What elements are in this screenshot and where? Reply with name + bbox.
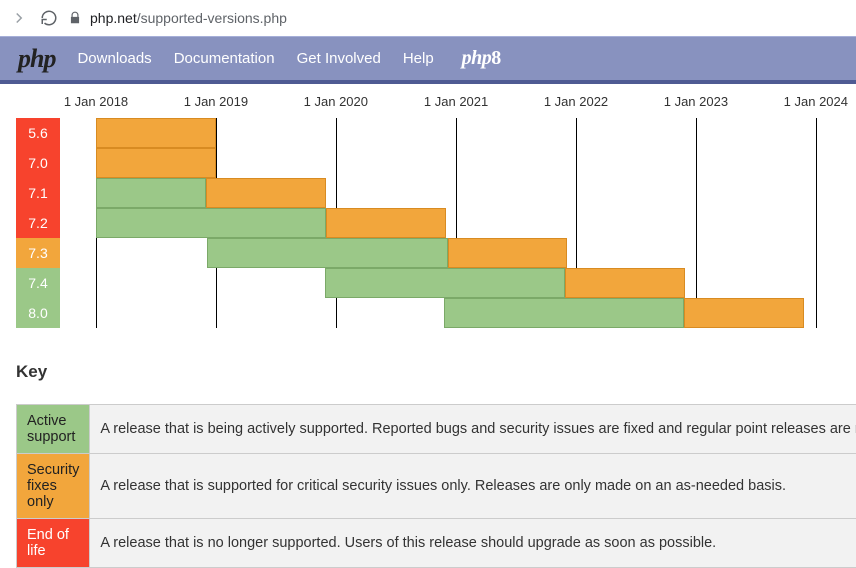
- active-support-bar: [96, 208, 326, 238]
- active-support-bar: [325, 268, 565, 298]
- legend-desc: A release that is supported for critical…: [90, 454, 856, 519]
- legend-table: Active supportA release that is being ac…: [16, 404, 856, 568]
- security-support-bar: [96, 148, 216, 178]
- security-support-bar: [684, 298, 804, 328]
- x-tick-label: 1 Jan 2021: [424, 94, 488, 109]
- site-navbar: php Downloads Documentation Get Involved…: [0, 36, 856, 84]
- forward-button[interactable]: [8, 7, 30, 29]
- x-tick-label: 1 Jan 2019: [184, 94, 248, 109]
- x-tick-label: 1 Jan 2024: [784, 94, 848, 109]
- nav-documentation[interactable]: Documentation: [174, 50, 275, 67]
- security-support-bar: [565, 268, 685, 298]
- legend-section: Key Active supportA release that is bein…: [0, 338, 856, 568]
- version-label: 8.0: [16, 298, 60, 328]
- table-row: Active supportA release that is being ac…: [17, 405, 856, 454]
- x-tick-label: 1 Jan 2022: [544, 94, 608, 109]
- x-tick-line: [816, 118, 817, 328]
- legend-desc: A release that is no longer supported. U…: [90, 519, 856, 568]
- security-support-bar: [206, 178, 326, 208]
- version-label: 7.3: [16, 238, 60, 268]
- php8-logo[interactable]: php8: [462, 47, 501, 70]
- security-support-bar: [326, 208, 446, 238]
- nav-help[interactable]: Help: [403, 50, 434, 67]
- x-tick-label: 1 Jan 2020: [304, 94, 368, 109]
- version-label: 5.6: [16, 118, 60, 148]
- security-support-bar: [96, 118, 216, 148]
- legend-desc: A release that is being actively support…: [90, 405, 856, 454]
- support-timeline-chart: 1 Jan 2018 1 Jan 2019 1 Jan 2020 1 Jan 2021…: [0, 84, 856, 338]
- brand-logo[interactable]: php: [18, 44, 55, 74]
- legend-label-active: Active support: [17, 405, 90, 454]
- active-support-bar: [96, 178, 206, 208]
- version-label: 7.2: [16, 208, 60, 238]
- browser-chrome: php.net/supported-versions.php: [0, 0, 856, 36]
- legend-label-eol: End of life: [17, 519, 90, 568]
- x-tick-line: [696, 118, 697, 328]
- legend-label-security: Security fixes only: [17, 454, 90, 519]
- table-row: End of lifeA release that is no longer s…: [17, 519, 856, 568]
- reload-button[interactable]: [38, 7, 60, 29]
- security-support-bar: [448, 238, 568, 268]
- x-tick-label: 1 Jan 2018: [64, 94, 128, 109]
- version-label: 7.4: [16, 268, 60, 298]
- url-host: php.net/supported-versions.php: [90, 10, 287, 26]
- active-support-bar: [444, 298, 684, 328]
- version-label: 7.1: [16, 178, 60, 208]
- nav-get-involved[interactable]: Get Involved: [297, 50, 381, 67]
- lock-icon: [68, 11, 82, 25]
- address-bar[interactable]: php.net/supported-versions.php: [68, 10, 287, 26]
- legend-heading: Key: [16, 362, 856, 382]
- x-tick-label: 1 Jan 2023: [664, 94, 728, 109]
- table-row: Security fixes onlyA release that is sup…: [17, 454, 856, 519]
- nav-downloads[interactable]: Downloads: [77, 50, 151, 67]
- active-support-bar: [207, 238, 447, 268]
- version-label: 7.0: [16, 148, 60, 178]
